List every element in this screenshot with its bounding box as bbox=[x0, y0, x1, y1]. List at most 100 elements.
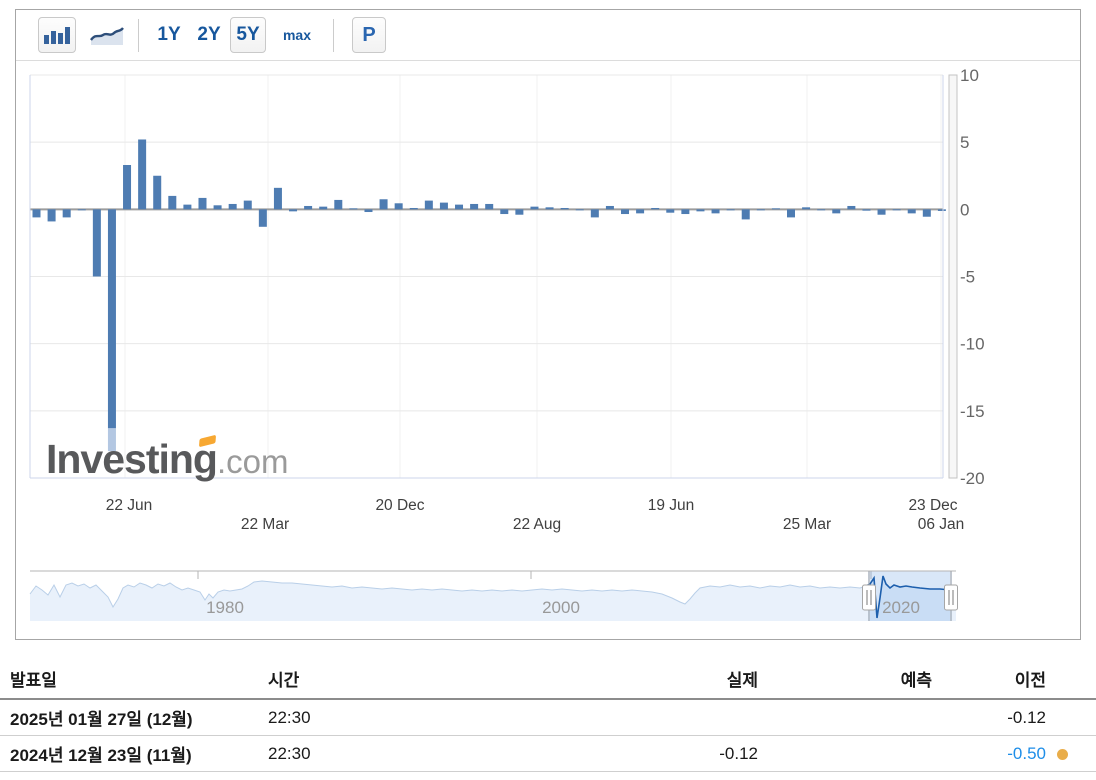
navigator-year-label: 2000 bbox=[542, 598, 580, 617]
toolbar-divider bbox=[333, 19, 334, 52]
bar bbox=[847, 205, 856, 210]
bar bbox=[379, 199, 388, 210]
bar-series bbox=[32, 139, 946, 452]
bar bbox=[47, 209, 56, 222]
bar bbox=[877, 209, 886, 215]
y-axis-labels: 10 5 0 -5 -10 -15 -20 bbox=[960, 66, 985, 488]
bar bbox=[123, 165, 132, 210]
actual-cell: -0.12 bbox=[719, 743, 758, 763]
bar bbox=[183, 204, 192, 210]
bar bbox=[364, 209, 373, 213]
bar-tip bbox=[107, 428, 116, 452]
release-date-cell: 2025년 01월 27일 (12월) bbox=[10, 710, 193, 729]
bar bbox=[424, 200, 433, 210]
chart-region: 10 5 0 -5 -10 -15 -20 22 Jun 22 Mar 20 Dec 22 Aug 1… bbox=[16, 61, 1080, 639]
horizontal-gridlines bbox=[30, 74, 943, 479]
table-row: 2025년 01월 27일 (12월) 22:30 -0.12 bbox=[0, 700, 1096, 736]
header-actual: 실제 bbox=[726, 670, 758, 690]
bar bbox=[802, 207, 811, 210]
bar bbox=[892, 209, 901, 211]
range-button-2y[interactable]: 2Y bbox=[193, 17, 225, 53]
bar bbox=[289, 209, 298, 212]
bar-chart-type-button[interactable] bbox=[38, 17, 76, 53]
bar bbox=[62, 209, 71, 218]
bar bbox=[711, 209, 720, 214]
header-release-date: 발표일 bbox=[10, 670, 57, 690]
bar bbox=[319, 206, 328, 210]
x-tick-label: 06 Jan bbox=[918, 516, 965, 533]
x-tick-label: 22 Mar bbox=[241, 516, 289, 533]
bar bbox=[455, 204, 464, 210]
bar bbox=[545, 207, 554, 210]
bar bbox=[756, 209, 765, 211]
y-tick-label: -5 bbox=[960, 268, 975, 287]
bar bbox=[409, 207, 418, 210]
y-scrollbar[interactable] bbox=[948, 74, 958, 479]
bar bbox=[304, 205, 313, 210]
bar-chart-icon bbox=[44, 27, 70, 44]
bar bbox=[273, 187, 282, 210]
bar bbox=[681, 209, 690, 215]
period-button[interactable]: P bbox=[352, 17, 386, 53]
bar bbox=[922, 209, 931, 217]
time-cell: 22:30 bbox=[268, 743, 311, 763]
range-button-1y[interactable]: 1Y bbox=[153, 17, 185, 53]
bar bbox=[696, 209, 705, 212]
area-chart-type-button[interactable] bbox=[88, 17, 126, 53]
range-button-5y[interactable]: 5Y bbox=[230, 17, 266, 53]
bar bbox=[832, 209, 841, 214]
area-chart-icon bbox=[90, 27, 124, 45]
y-tick-label: -20 bbox=[960, 469, 985, 488]
bar bbox=[560, 207, 569, 210]
previous-cell: -0.50 bbox=[1007, 743, 1046, 763]
previous-cell: -0.12 bbox=[1007, 707, 1046, 727]
bar bbox=[107, 209, 116, 429]
bar bbox=[77, 209, 86, 211]
x-axis-labels: 22 Jun 22 Mar 20 Dec 22 Aug 19 Jun 25 Mar 23 D… bbox=[106, 497, 965, 533]
bar bbox=[636, 209, 645, 214]
y-tick-label: -10 bbox=[960, 335, 985, 354]
economic-calendar-table: 발표일 시간 실제 예측 이전 2025년 01월 27일 (12월) 22:3… bbox=[0, 658, 1096, 772]
bar bbox=[787, 209, 795, 218]
bar bbox=[741, 209, 750, 220]
bar bbox=[937, 209, 946, 211]
bar bbox=[213, 205, 222, 210]
chart-widget: 1Y 2Y 5Y max P 10 5 0 -5 -10 -15 -20 22 Jun 22 M… bbox=[15, 9, 1081, 640]
bar bbox=[32, 209, 41, 218]
bar bbox=[651, 207, 660, 210]
status-dot bbox=[1057, 748, 1068, 760]
bar bbox=[228, 203, 237, 210]
bar bbox=[138, 139, 147, 210]
range-button-max[interactable]: max bbox=[276, 17, 318, 53]
bar bbox=[153, 175, 162, 210]
bar bbox=[470, 203, 479, 210]
navigator-year-label: 2020 bbox=[882, 598, 920, 617]
bar bbox=[349, 208, 358, 210]
bar bbox=[621, 209, 630, 215]
header-time: 시간 bbox=[268, 670, 300, 690]
x-tick-label: 20 Dec bbox=[375, 497, 424, 514]
x-tick-label: 22 Jun bbox=[106, 497, 153, 514]
toolbar-divider bbox=[138, 19, 139, 52]
navigator bbox=[29, 570, 958, 621]
y-tick-label: 10 bbox=[960, 66, 979, 85]
header-forecast: 예측 bbox=[900, 670, 932, 690]
bar bbox=[500, 209, 509, 215]
bar bbox=[168, 195, 177, 210]
table-row: 2024년 12월 23일 (11월) 22:30 -0.12 -0.50 bbox=[0, 736, 1096, 772]
bar bbox=[666, 209, 675, 213]
release-date-cell: 2024년 12월 23일 (11월) bbox=[10, 746, 192, 765]
y-tick-label: 0 bbox=[960, 200, 969, 219]
bar bbox=[530, 206, 539, 210]
main-chart: 10 5 0 -5 -10 -15 -20 22 Jun 22 Mar 20 Dec 22 Aug 1… bbox=[29, 66, 985, 621]
bar bbox=[726, 209, 735, 211]
bar bbox=[771, 208, 780, 210]
navigator-area bbox=[30, 576, 956, 621]
bar bbox=[334, 199, 343, 210]
bar bbox=[817, 209, 826, 211]
x-tick-label: 25 Mar bbox=[783, 516, 831, 533]
y-tick-label: 5 bbox=[960, 133, 969, 152]
bar bbox=[198, 197, 207, 210]
bar bbox=[258, 209, 267, 227]
bar bbox=[515, 209, 524, 215]
